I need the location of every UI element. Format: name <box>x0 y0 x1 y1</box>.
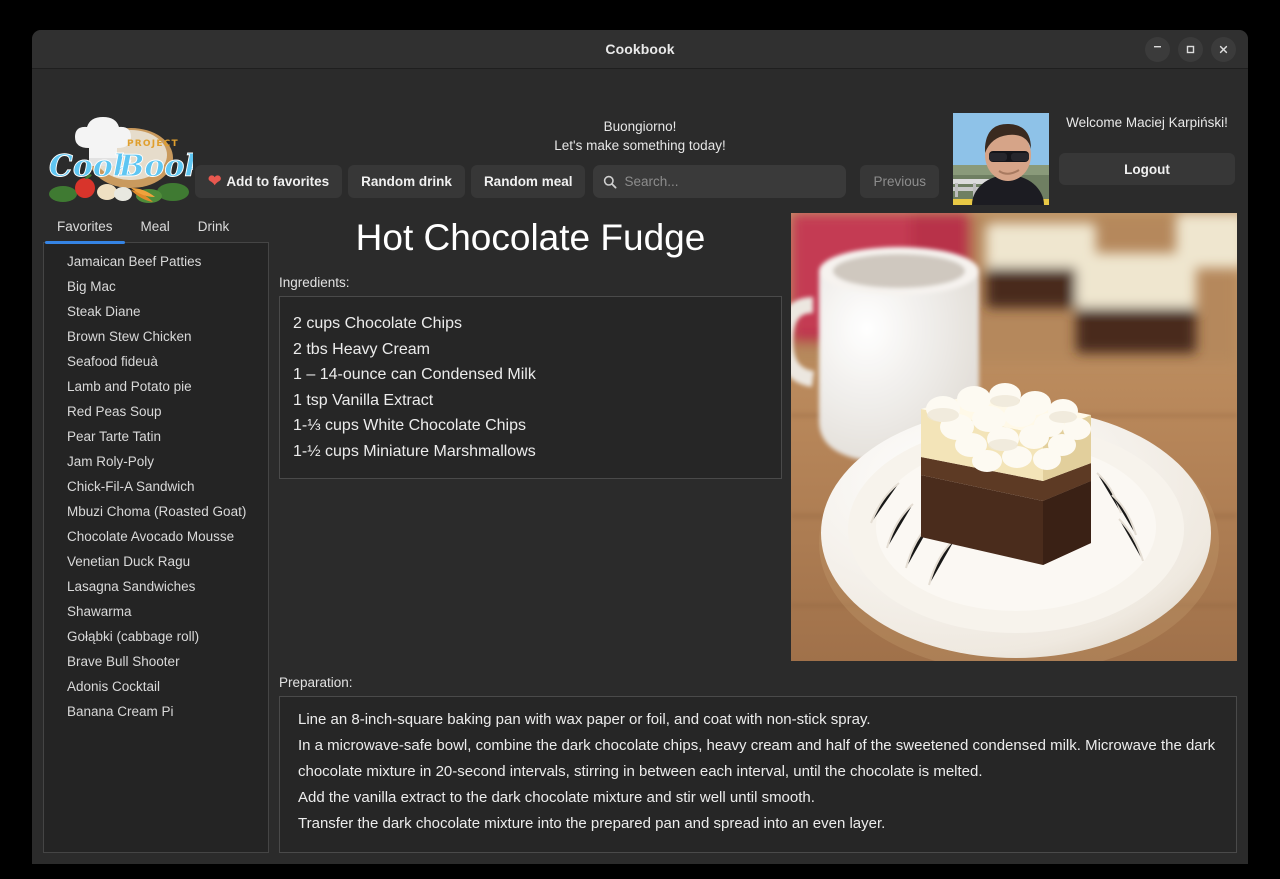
tab-meal[interactable]: Meal <box>127 209 184 243</box>
svg-text:PROJECT: PROJECT <box>127 139 179 149</box>
cookbook-logo: PROJECT Cook Book <box>45 114 193 206</box>
list-item[interactable]: Big Mac <box>44 274 268 299</box>
preparation-step: In a microwave-safe bowl, combine the da… <box>298 737 1216 780</box>
list-item[interactable]: Brown Stew Chicken <box>44 324 268 349</box>
app-header: PROJECT Cook Book Buongiorno! Let's make… <box>32 69 1248 209</box>
previous-button[interactable]: Previous <box>860 165 939 198</box>
user-info: Welcome Maciej Karpiński! Logout <box>1059 113 1235 185</box>
list-item[interactable]: Chocolate Avocado Mousse <box>44 524 268 549</box>
preparation-step: Line an 8-inch-square baking pan with wa… <box>298 711 871 728</box>
recipe-top: Hot Chocolate Fudge Ingredients: 2 cups … <box>279 213 1237 661</box>
ingredient-item: 1-⅓ cups White Chocolate Chips <box>293 417 526 434</box>
list-item[interactable]: Lasagna Sandwiches <box>44 574 268 599</box>
list-item[interactable]: Red Peas Soup <box>44 399 268 424</box>
ingredient-item: 1 tsp Vanilla Extract <box>293 391 434 409</box>
list-item[interactable]: Pear Tarte Tatin <box>44 424 268 449</box>
tab-favorites[interactable]: Favorites <box>43 209 127 244</box>
add-to-favorites-button[interactable]: ❤ Add to favorites <box>195 165 343 198</box>
search-input[interactable] <box>624 174 837 189</box>
window-body: Favorites Meal Drink Jamaican Beef Patti… <box>32 209 1248 864</box>
heart-icon: ❤ <box>208 172 222 190</box>
recipe-photo <box>791 213 1237 661</box>
ingredient-item: 2 cups Chocolate Chips <box>293 315 462 332</box>
preparation-label: Preparation: <box>279 675 353 690</box>
ingredients-box: 2 cups Chocolate Chips 2 tbs Heavy Cream… <box>279 296 782 479</box>
ingredient-item: 1-½ cups Miniature Marshmallows <box>293 442 536 460</box>
maximize-icon[interactable] <box>1178 37 1203 62</box>
favorites-list[interactable]: Jamaican Beef Patties Big Mac Steak Dian… <box>43 243 269 853</box>
close-icon[interactable] <box>1211 37 1236 62</box>
welcome-message: Welcome Maciej Karpiński! <box>1066 115 1228 130</box>
titlebar: Cookbook <box>32 30 1248 69</box>
tab-drink[interactable]: Drink <box>184 209 244 243</box>
ingredient-item: 2 tbs Heavy Cream <box>293 340 430 358</box>
page-title: Hot Chocolate Fudge <box>355 217 706 258</box>
ingredients-label: Ingredients: <box>279 275 350 290</box>
preparation-step: Transfer the dark chocolate mixture into… <box>298 815 886 832</box>
search-icon <box>604 175 617 188</box>
search-box[interactable] <box>593 165 847 198</box>
cookbook-window: Cookbook PROJECT Cook Boo Buongiorno! Le… <box>32 30 1248 864</box>
random-meal-button[interactable]: Random meal <box>470 165 586 198</box>
list-item[interactable]: Venetian Duck Ragu <box>44 549 268 574</box>
list-item[interactable]: Mbuzi Choma (Roasted Goat) <box>44 499 268 524</box>
list-item[interactable]: Jam Roly-Poly <box>44 449 268 474</box>
main-content: Hot Chocolate Fudge Ingredients: 2 cups … <box>279 209 1237 853</box>
minimize-icon[interactable] <box>1145 37 1170 62</box>
list-item[interactable]: Lamb and Potato pie <box>44 374 268 399</box>
ingredient-item: 1 – 14-ounce can Condensed Milk <box>293 366 536 383</box>
preparation-section: Preparation: Line an 8-inch-square bakin… <box>279 661 1237 853</box>
preparation-box: Line an 8-inch-square baking pan with wa… <box>279 696 1237 853</box>
user-area: Welcome Maciej Karpiński! Logout <box>953 113 1235 205</box>
add-to-favorites-label: Add to favorites <box>226 174 330 189</box>
avatar <box>953 113 1049 205</box>
window-controls <box>1145 30 1236 69</box>
list-item[interactable]: Adonis Cocktail <box>44 674 268 699</box>
list-item[interactable]: Gołąbki (cabbage roll) <box>44 624 268 649</box>
toolbar: ❤ Add to favorites Random drink Random m… <box>195 165 939 198</box>
sidebar: Favorites Meal Drink Jamaican Beef Patti… <box>43 209 269 853</box>
list-item[interactable]: Chick-Fil-A Sandwich <box>44 474 268 499</box>
list-item[interactable]: Steak Diane <box>44 299 268 324</box>
sidebar-tabs: Favorites Meal Drink <box>43 209 269 244</box>
list-item[interactable]: Banana Cream Pi <box>44 699 268 724</box>
preparation-step: Add the vanilla extract to the dark choc… <box>298 789 815 806</box>
list-item[interactable]: Jamaican Beef Patties <box>44 249 268 274</box>
list-item[interactable]: Brave Bull Shooter <box>44 649 268 674</box>
logout-button[interactable]: Logout <box>1059 153 1235 185</box>
recipe-details: Hot Chocolate Fudge Ingredients: 2 cups … <box>279 213 782 661</box>
list-item[interactable]: Seafood fideuà <box>44 349 268 374</box>
list-item[interactable]: Shawarma <box>44 599 268 624</box>
svg-text:Book: Book <box>118 149 193 184</box>
window-title: Cookbook <box>605 41 675 57</box>
random-drink-button[interactable]: Random drink <box>348 165 465 198</box>
